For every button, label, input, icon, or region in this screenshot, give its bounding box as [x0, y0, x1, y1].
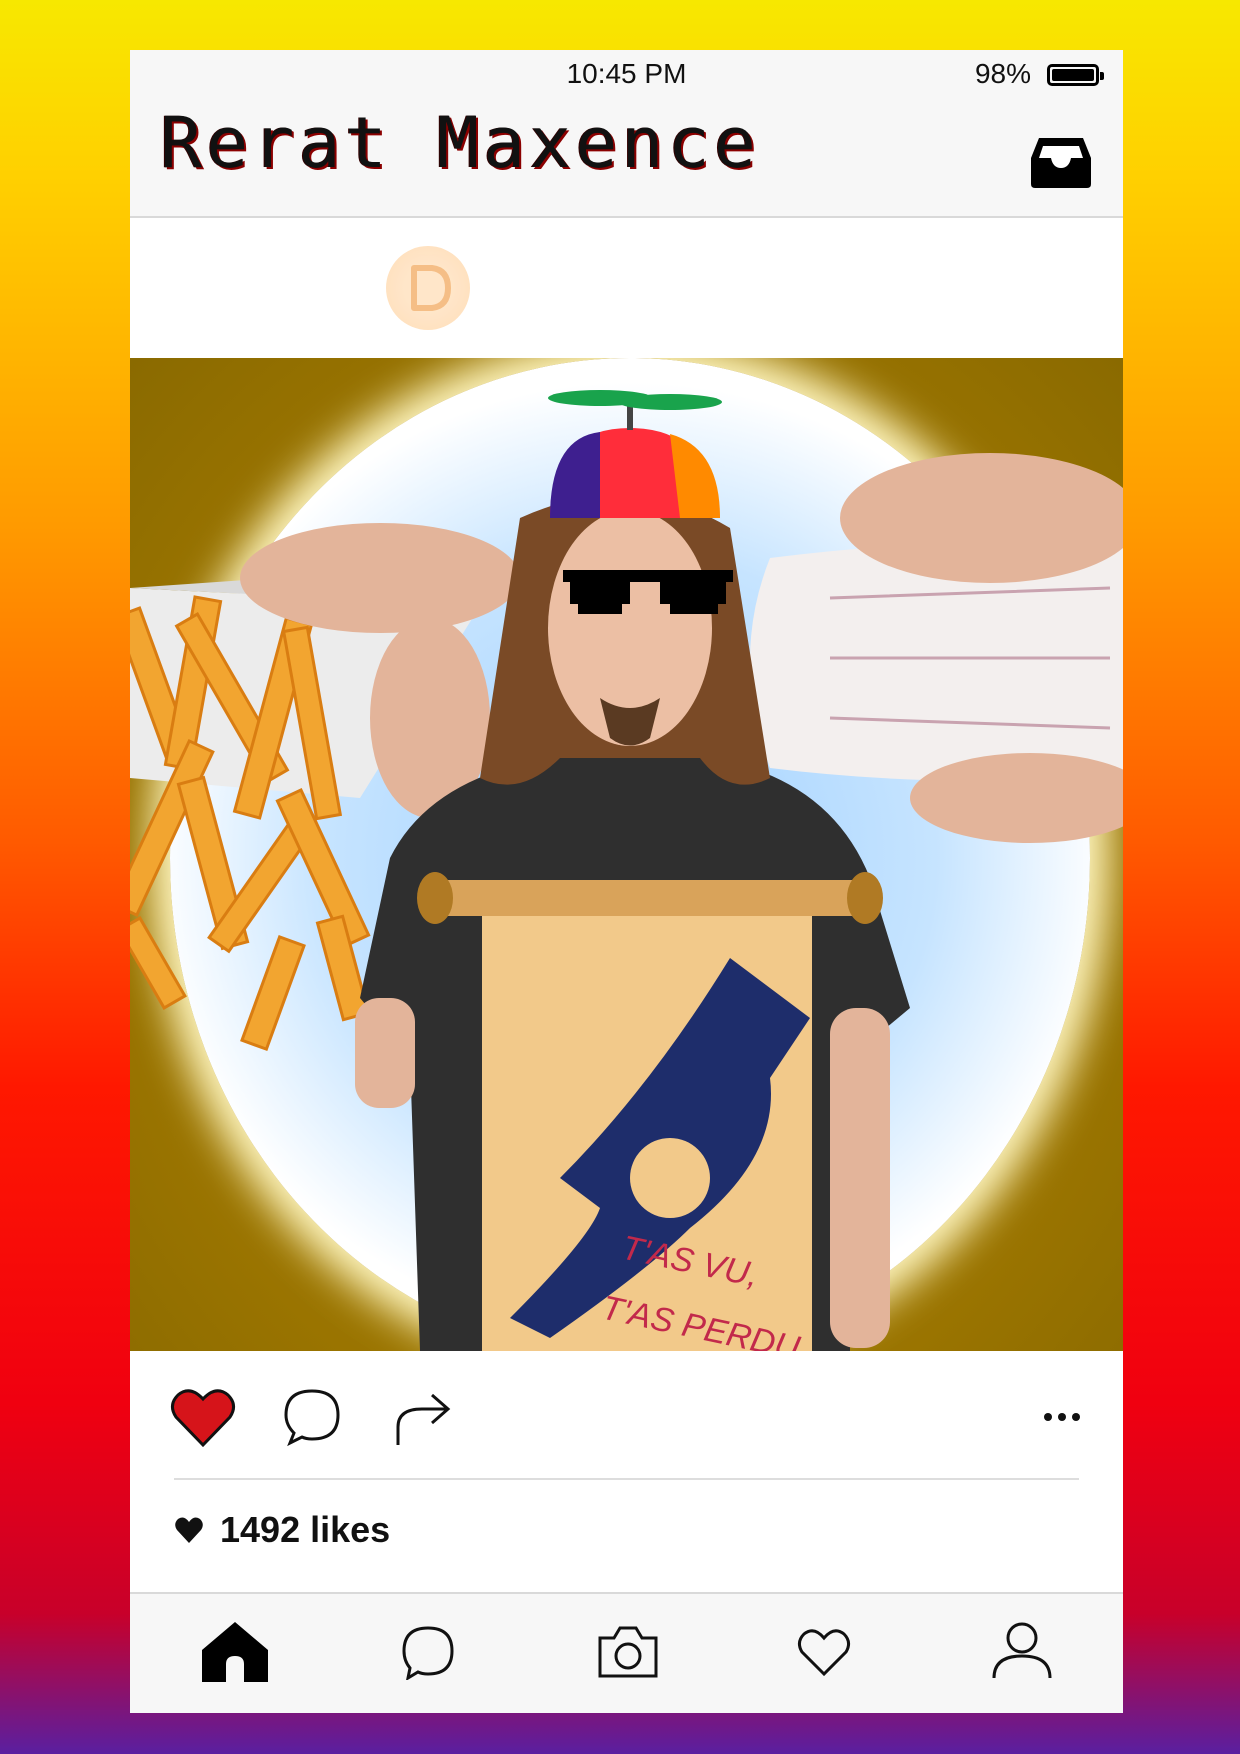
actions-divider — [174, 1478, 1079, 1480]
propeller-hat — [548, 390, 722, 518]
inbox-icon[interactable] — [1029, 134, 1093, 190]
right-arm — [830, 1008, 890, 1348]
stories-row — [130, 218, 1123, 356]
story-avatar[interactable] — [386, 246, 470, 330]
post-image[interactable]: T'AS VU, T'AS PERDU — [130, 358, 1123, 1351]
heart-outline-icon[interactable] — [796, 1626, 852, 1678]
share-icon[interactable] — [392, 1389, 454, 1447]
d-logo-icon — [411, 265, 451, 311]
comment-icon[interactable] — [282, 1387, 342, 1447]
profile-name: Rerat Maxence — [160, 102, 760, 184]
likes-count: 1492 likes — [220, 1509, 391, 1550]
camera-icon[interactable] — [596, 1624, 660, 1680]
search-icon[interactable] — [400, 1624, 456, 1680]
home-icon[interactable] — [200, 1620, 270, 1682]
bottom-tab-bar — [130, 1592, 1123, 1713]
likes-heart-icon — [175, 1517, 203, 1543]
top-bar: 10:45 PM 98% Rerat Maxence — [130, 50, 1123, 218]
profile-icon[interactable] — [992, 1620, 1052, 1680]
battery-icon — [1047, 64, 1104, 86]
more-icon[interactable] — [1042, 1411, 1082, 1423]
post-actions — [130, 1351, 1123, 1481]
heart-icon[interactable] — [170, 1387, 236, 1449]
post-illustration: T'AS VU, T'AS PERDU — [130, 390, 1123, 1351]
left-arm — [355, 998, 415, 1108]
phone-frame: 10:45 PM 98% Rerat Maxence T'AS VU, T'AS… — [130, 50, 1123, 1713]
likes-row[interactable]: 1492 likes — [174, 1500, 390, 1560]
battery-percentage: 98% — [974, 58, 1031, 89]
